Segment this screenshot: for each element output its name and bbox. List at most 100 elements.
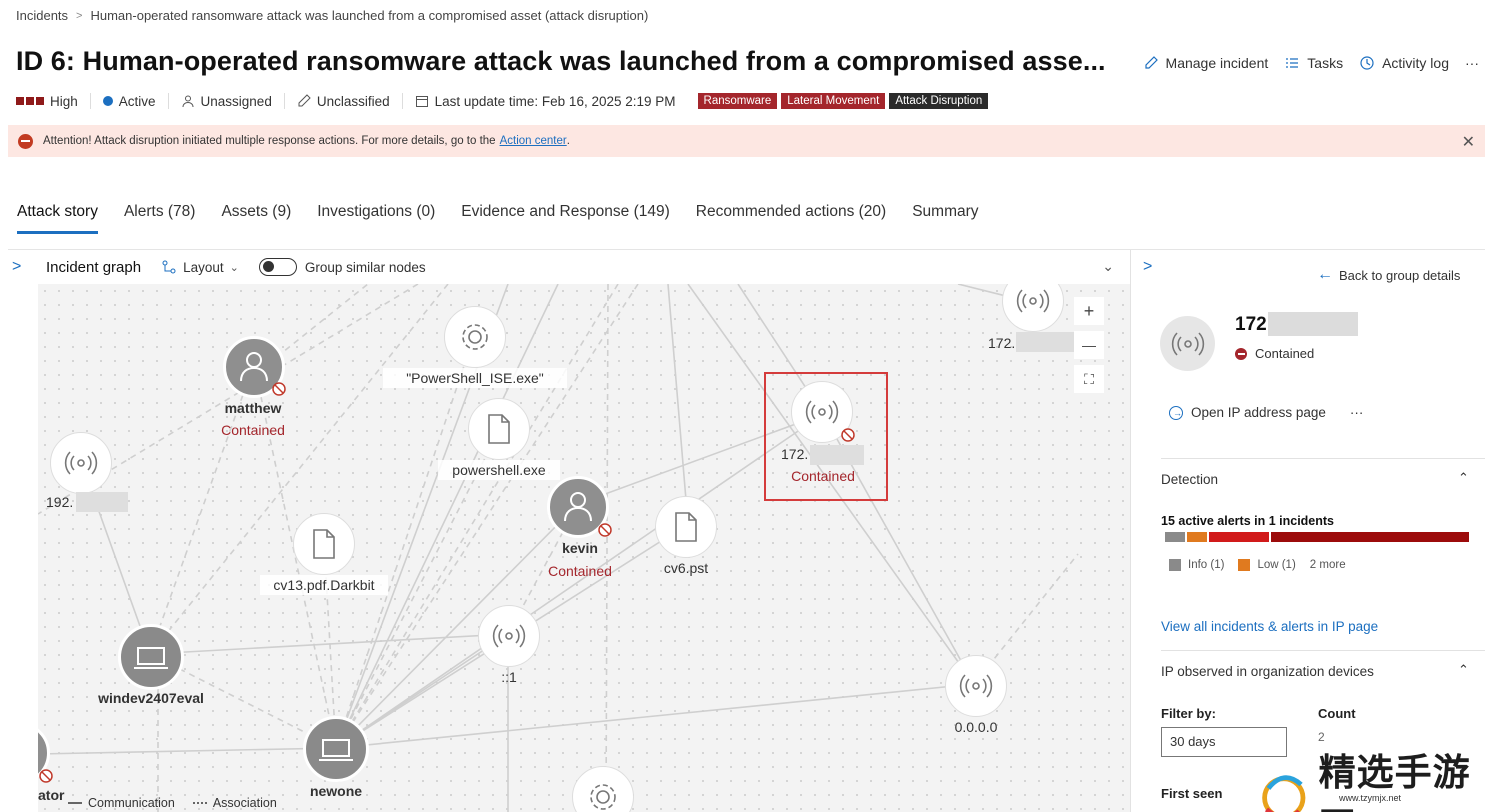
node-label: 0.0.0.0 — [954, 719, 998, 735]
action-center-link[interactable]: Action center — [500, 135, 567, 147]
chevron-down-icon: ⌄ — [229, 261, 239, 274]
graph-toolbar: Incident graph Layout ⌄ Group similar no… — [38, 250, 1130, 284]
graph-legend: Communication Association — [68, 796, 277, 810]
redacted-ip — [810, 445, 864, 465]
attention-banner: Attention! Attack disruption initiated m… — [8, 125, 1485, 157]
person-icon — [182, 95, 194, 108]
severity: High — [16, 94, 78, 109]
ip-address-icon — [1016, 289, 1050, 313]
tab-assets[interactable]: Assets (9) — [221, 203, 291, 234]
graph-node-file-powershell[interactable] — [468, 398, 530, 460]
toggle-switch[interactable] — [258, 258, 297, 276]
graph-node-ip-192[interactable] — [50, 432, 112, 494]
tab-evidence-response[interactable]: Evidence and Response (149) — [461, 203, 670, 234]
tag-attack-disruption[interactable]: Attack Disruption — [889, 93, 989, 109]
tab-recommended-actions[interactable]: Recommended actions (20) — [696, 203, 886, 234]
redacted-ip — [76, 492, 128, 512]
chevron-up-icon[interactable]: ⌃ — [1458, 470, 1469, 486]
classification: Unclassified — [297, 94, 390, 109]
redacted-ip — [1016, 332, 1076, 352]
node-label: newone — [309, 783, 363, 799]
activity-log-label: Activity log — [1382, 55, 1449, 71]
assignee-label: Unassigned — [200, 93, 272, 109]
zoom-controls: + — ⛶ — [1074, 297, 1104, 393]
contained-block-icon — [39, 769, 53, 783]
severity-segment-high — [1270, 532, 1469, 542]
fit-to-screen-button[interactable]: ⛶ — [1074, 365, 1104, 393]
contained-block-icon — [841, 428, 855, 442]
incident-meta: High Active Unassigned Unclassified Last… — [16, 93, 989, 109]
more-options-icon[interactable]: ··· — [1350, 405, 1364, 420]
node-label: cv13.pdf.Darkbit — [260, 575, 388, 595]
manage-incident-button[interactable]: Manage incident — [1143, 55, 1268, 71]
back-to-group-details-link[interactable]: ← Back to group details — [1317, 266, 1460, 284]
legend-communication: Communication — [88, 796, 175, 810]
graph-node-device-newone[interactable] — [303, 716, 369, 782]
chevron-right-icon: > — [76, 9, 83, 22]
graph-node-file-cv6[interactable] — [655, 496, 717, 558]
status-label: Active — [118, 93, 156, 109]
expand-left-icon[interactable]: > — [12, 258, 21, 276]
history-icon — [1360, 56, 1374, 70]
graph-node-process-bottom[interactable] — [572, 766, 634, 812]
severity-label: High — [50, 93, 78, 109]
node-label: ator — [38, 787, 65, 803]
error-circle-icon — [18, 133, 33, 149]
close-icon[interactable]: ✕ — [1462, 132, 1475, 152]
breadcrumb-current: Human-operated ransomware attack was lau… — [90, 8, 649, 23]
more-actions-button[interactable]: ··· — [1465, 55, 1479, 71]
chevron-down-icon[interactable]: ⌄ — [1102, 258, 1114, 275]
graph-node-device-windev[interactable] — [118, 624, 184, 690]
node-status: Contained — [791, 468, 855, 484]
node-label: "PowerShell_ISE.exe" — [383, 368, 567, 388]
graph-node-ip-zero[interactable] — [945, 655, 1007, 717]
tab-summary[interactable]: Summary — [912, 203, 978, 234]
arrow-left-icon: ← — [1317, 266, 1333, 283]
tab-alerts[interactable]: Alerts (78) — [124, 203, 196, 234]
banner-period: . — [566, 135, 570, 147]
ip-address-icon — [64, 451, 98, 475]
zoom-in-button[interactable]: + — [1074, 297, 1104, 325]
graph-node-ip-172-top[interactable] — [1002, 284, 1064, 332]
incident-tags: Ransomware Lateral Movement Attack Disru… — [697, 93, 989, 109]
ip-title: 172. — [1235, 314, 1272, 335]
ip-status: Contained — [1235, 346, 1314, 361]
layout-dropdown[interactable]: Layout ⌄ — [161, 259, 239, 275]
tab-investigations[interactable]: Investigations (0) — [317, 203, 435, 234]
tag-lateral-movement[interactable]: Lateral Movement — [781, 93, 886, 109]
page-title: ID 6: Human-operated ransomware attack w… — [16, 46, 1106, 76]
tasks-button[interactable]: Tasks — [1284, 55, 1343, 71]
low-swatch — [1238, 559, 1251, 571]
breadcrumb-incidents-link[interactable]: Incidents — [16, 8, 68, 23]
alert-severity-bar — [1165, 532, 1469, 542]
open-ip-address-page-link[interactable]: → Open IP address page ··· — [1169, 405, 1363, 420]
file-icon — [313, 529, 335, 559]
ip-address-icon — [959, 674, 993, 698]
legend-more-button[interactable]: 2 more — [1310, 559, 1346, 571]
ip-address-icon — [492, 624, 526, 648]
classification-label: Unclassified — [316, 93, 390, 109]
tab-attack-story[interactable]: Attack story — [17, 203, 98, 234]
tag-ransomware[interactable]: Ransomware — [697, 93, 778, 109]
graph-node-ip-localhost[interactable] — [478, 605, 540, 667]
activity-log-button[interactable]: Activity log — [1359, 55, 1449, 71]
watermark-logo-icon — [1262, 775, 1306, 812]
calendar-icon — [415, 96, 428, 107]
banner-text: Attention! Attack disruption initiated m… — [43, 135, 496, 147]
graph-node-file-cv13[interactable] — [293, 513, 355, 575]
graph-title: Incident graph — [46, 258, 142, 276]
chevron-up-icon[interactable]: ⌃ — [1458, 662, 1469, 678]
ip-avatar — [1160, 316, 1215, 371]
graph-node-process-powershell-ise[interactable] — [444, 306, 506, 368]
node-label: matthew — [224, 400, 282, 416]
redacted-ip — [1268, 312, 1358, 336]
view-all-incidents-link[interactable]: View all incidents & alerts in IP page — [1161, 619, 1378, 634]
node-status: Contained — [548, 563, 612, 579]
incident-graph[interactable]: matthew Contained "PowerShell_ISE.exe" p… — [38, 284, 1130, 812]
node-label: 172. — [988, 335, 1016, 351]
collapse-panel-icon[interactable]: > — [1143, 258, 1152, 276]
zoom-out-button[interactable]: — — [1074, 331, 1104, 359]
contained-block-icon — [598, 523, 612, 537]
group-similar-nodes-toggle[interactable]: Group similar nodes — [258, 258, 426, 276]
legend-info: Info (1) — [1188, 559, 1225, 571]
